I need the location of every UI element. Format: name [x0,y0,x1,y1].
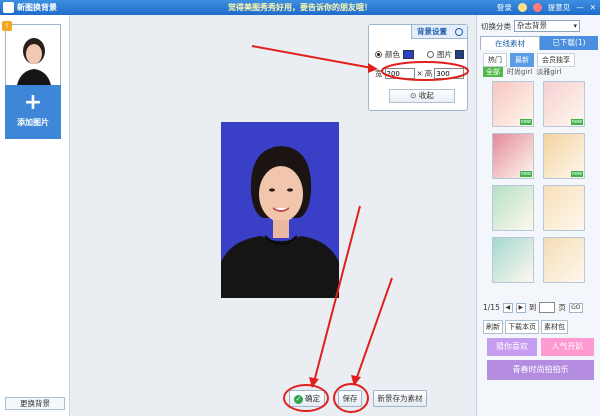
width-input[interactable] [384,68,415,79]
new-badge-icon: new [570,119,583,125]
sort-new[interactable]: 最新 [510,53,534,67]
background-settings-header: 背景设置 [411,25,467,39]
tab-online[interactable]: 在线素材 [480,36,540,50]
titlebar-actions: 登录 提意见 — ✕ [497,2,596,13]
color-label: 颜色 [385,50,400,59]
confirm-label: 确定 [305,394,320,403]
close-icon[interactable]: ✕ [590,3,596,12]
times-sign: × [416,69,423,78]
color-radio[interactable] [375,51,382,58]
color-swatch[interactable] [403,50,414,59]
material-tile[interactable] [492,237,534,283]
filter-all[interactable]: 全部 [483,67,503,77]
save-button[interactable]: 保存 [338,390,362,407]
promo-youth-fashion[interactable]: 青春时尚拍拍乐 [487,360,594,380]
material-pack-button[interactable]: 素材包 [541,320,568,334]
material-tile[interactable] [492,185,534,231]
title-bar: 新图换背景 觉得美图秀秀好用，要告诉你的朋友哦！ 登录 提意见 — ✕ [0,0,600,15]
material-tile[interactable]: new [492,133,534,179]
portrait-photo [221,122,339,298]
background-settings-panel: 背景设置 颜色 图片 宽 × 高 ⊙ 收起 [368,24,468,111]
change-background-button[interactable]: 更换背景 [5,397,65,410]
filter-tabs: 全部 时尚girl 淡雅girl [483,67,561,77]
size-row: 宽 × 高 [375,68,465,79]
filter-fashion[interactable]: 时尚girl [507,67,532,77]
add-photo-button[interactable]: + 添加图片 [5,85,61,139]
page-unit-label: 页 [558,303,566,312]
image-radio[interactable] [427,51,434,58]
image-label: 图片 [437,50,452,59]
new-badge-icon: new [570,171,583,177]
check-icon: ✓ [294,394,303,404]
save-as-material-button[interactable]: 新景存为素材 [373,390,427,407]
background-settings-title: 背景设置 [417,27,447,36]
image-picker-icon[interactable] [455,50,464,59]
category-label: 切换分类 [481,21,511,31]
pager: 1/15 ◀ ▶ 到 页 GO [483,302,583,313]
material-tabs: 在线素材 已下载(1) [480,36,598,50]
material-grid: new new new new [492,81,586,283]
filter-elegant[interactable]: 淡雅girl [536,67,561,77]
sort-member[interactable]: 会员独享 [537,53,575,67]
collapse-circle-icon[interactable] [455,28,463,36]
height-input[interactable] [434,68,465,79]
sort-hot[interactable]: 热门 [483,53,507,67]
user-icon[interactable] [517,3,527,12]
goto-label: 到 [528,303,537,312]
collapse-label: 收起 [418,91,434,100]
material-tile[interactable] [543,185,585,231]
material-tile[interactable]: new [543,133,585,179]
plus-icon: + [23,90,43,115]
tab-downloaded[interactable]: 已下载(1) [540,36,598,50]
portrait-image [221,122,339,298]
promo-popular[interactable]: 人气开趴 [541,338,594,356]
thumbnail-portrait [16,38,52,91]
go-button[interactable]: GO [568,302,583,313]
height-label: 高 [424,69,433,78]
material-actions: 刷新 下载本页 素材包 [483,320,568,334]
new-badge-icon: new [519,171,532,177]
promo-guess-you-like[interactable]: 猜你喜欢 [487,338,537,356]
thumbnail-badge-icon: ! [2,21,12,31]
weibo-icon[interactable] [532,3,542,12]
sort-tabs: 热门 最新 会员独享 [483,53,575,67]
new-badge-icon: new [519,119,532,125]
category-row: 切换分类 杂志背景 [481,20,580,32]
category-select[interactable]: 杂志背景 [514,20,580,32]
collapse-button[interactable]: ⊙ 收起 [389,89,455,103]
material-tile[interactable]: new [492,81,534,127]
material-tile[interactable]: new [543,81,585,127]
add-photo-label: 添加图片 [17,118,49,127]
material-tile[interactable] [543,237,585,283]
refresh-button[interactable]: 刷新 [483,320,503,334]
confirm-button[interactable]: ✓ 确定 [289,390,325,407]
next-page-icon[interactable]: ▶ [515,302,526,313]
login-link[interactable]: 登录 [497,2,512,13]
left-panel: ! + 添加图片 更换背景 [0,15,70,416]
page-input[interactable] [539,302,556,313]
prev-page-icon[interactable]: ◀ [502,302,513,313]
collapse-arrow-icon: ⊙ [410,91,417,100]
width-label: 宽 [375,69,383,78]
background-type-row: 颜色 图片 [375,49,464,60]
minimize-icon[interactable]: — [576,3,584,12]
feedback-link[interactable]: 提意见 [548,2,571,13]
material-panel: 切换分类 杂志背景 在线素材 已下载(1) 热门 最新 会员独享 全部 时尚gi… [476,15,600,416]
page-indicator: 1/15 [483,303,500,312]
download-page-button[interactable]: 下载本页 [505,320,539,334]
